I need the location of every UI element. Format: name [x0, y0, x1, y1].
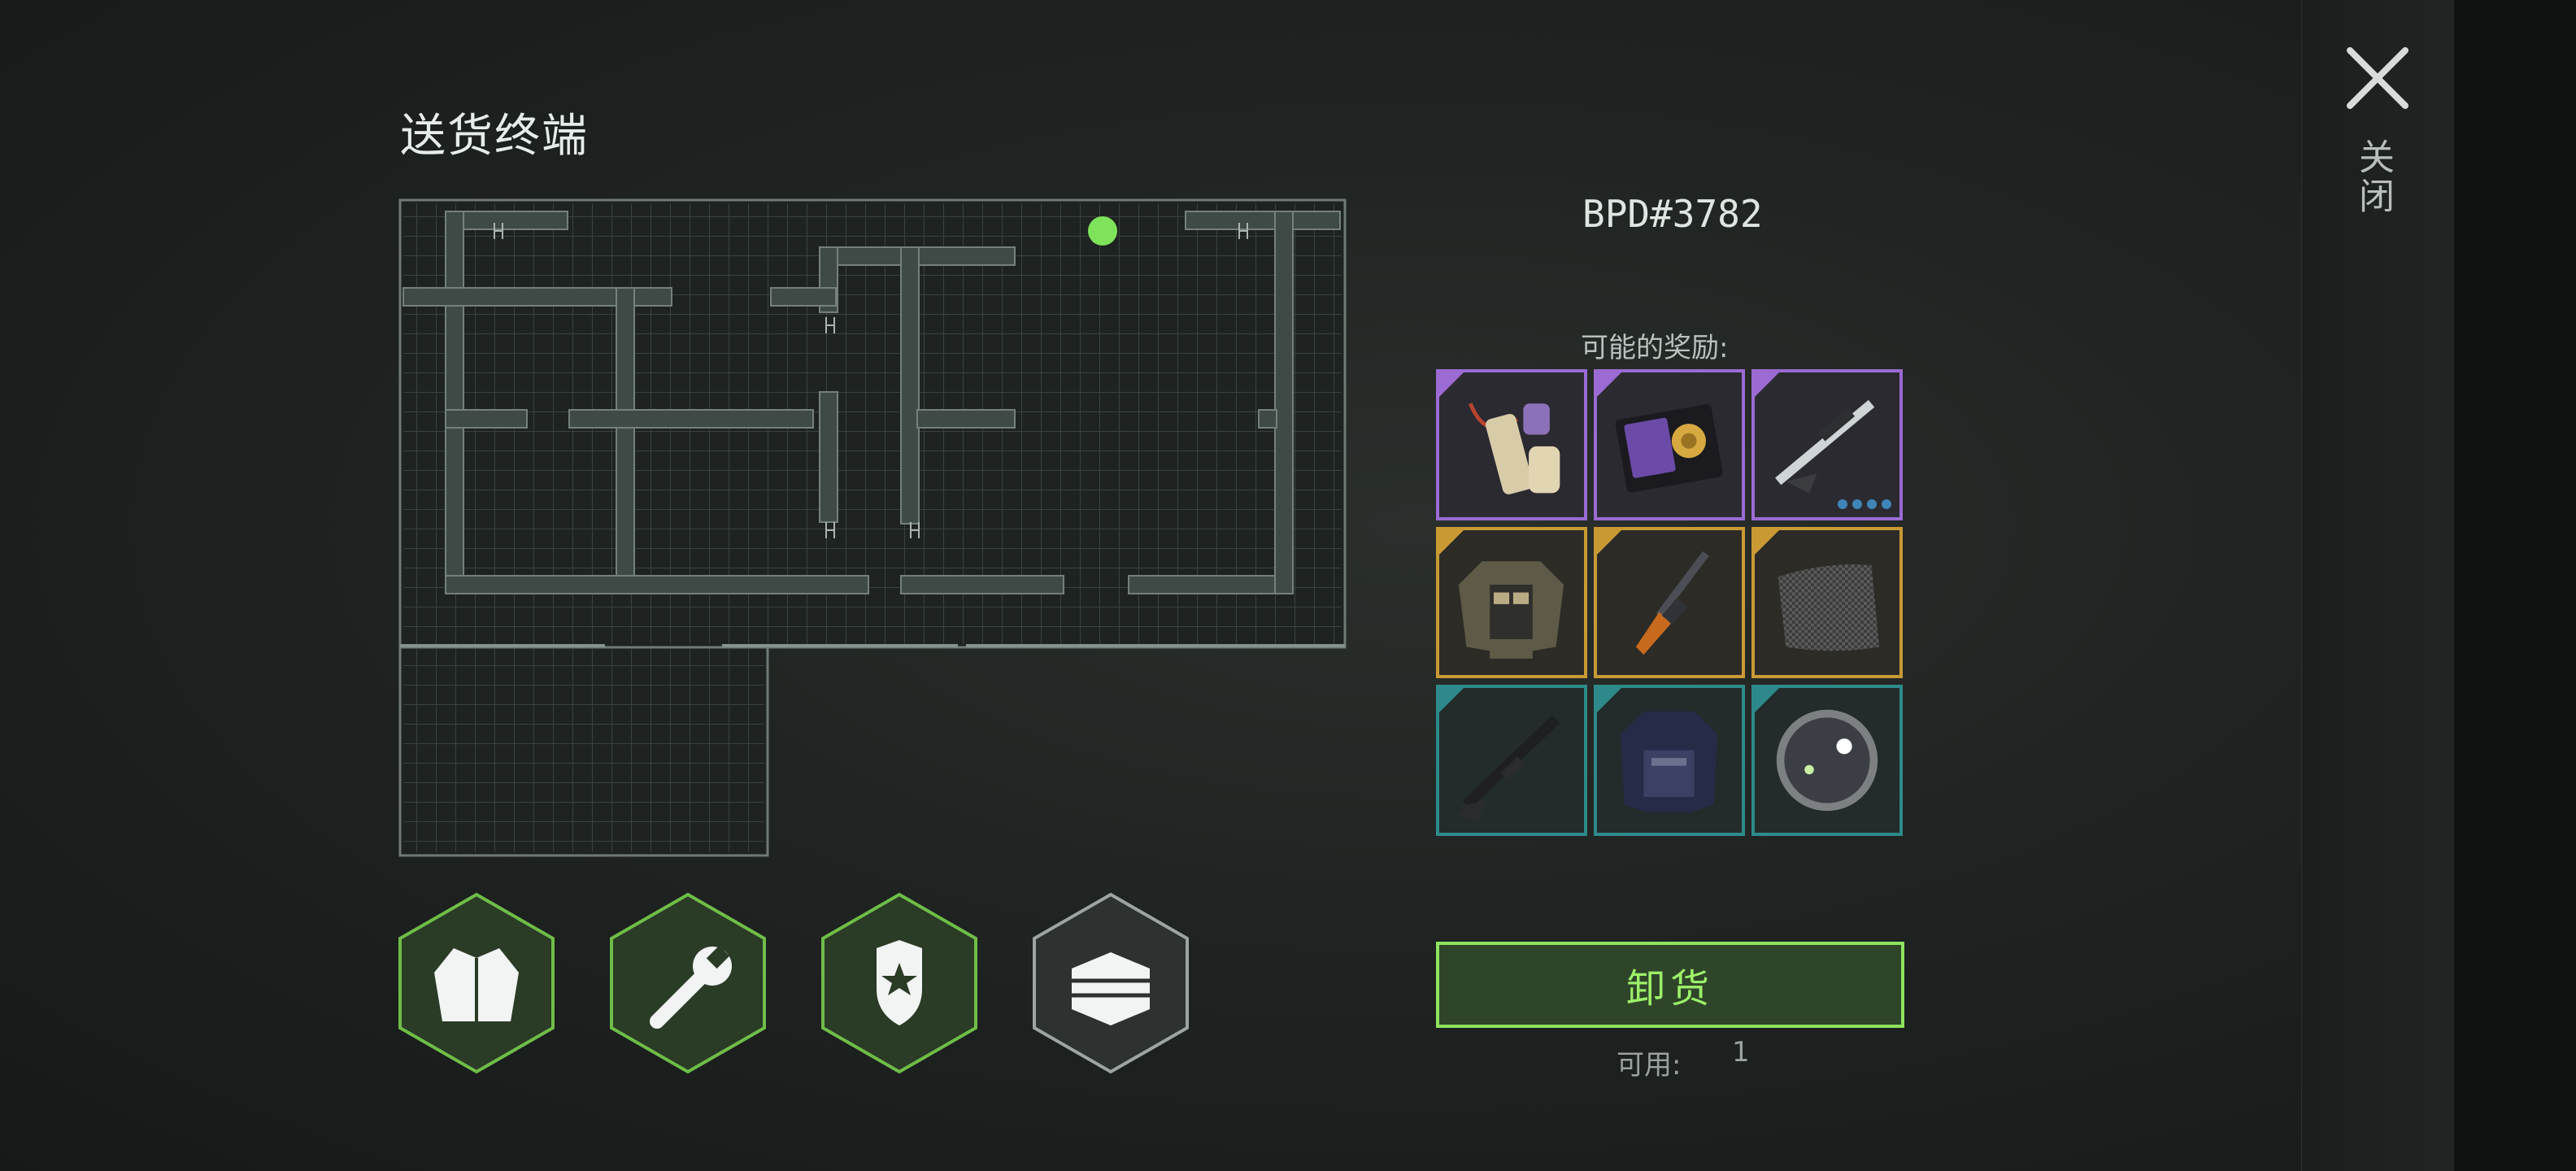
reward-scroll-pack[interactable]	[1436, 369, 1587, 520]
rewards-label: 可能的奖励:	[1581, 332, 1729, 364]
page-title: 送货终端	[400, 110, 589, 163]
unload-button[interactable]: 卸货	[1436, 942, 1904, 1028]
reward-carbon-fabric[interactable]	[1751, 527, 1903, 678]
optic-lens-icon	[1776, 709, 1878, 812]
category-police-button[interactable]	[820, 891, 979, 1075]
map-svg	[398, 198, 1347, 857]
category-clothing-button[interactable]	[397, 891, 556, 1075]
building-map	[397, 197, 1348, 860]
reward-sniper-rifle[interactable]	[1751, 369, 1903, 520]
wrench-icon	[610, 892, 766, 1074]
close-label: 关闭	[2352, 138, 2394, 216]
available-value: 1	[1732, 1036, 1750, 1069]
reward-assault-rifle[interactable]	[1436, 685, 1587, 836]
police-badge-icon	[821, 892, 977, 1074]
pistol-carbine-icon	[1635, 551, 1709, 655]
reward-police-vest[interactable]	[1594, 685, 1745, 836]
badge-wallet-icon	[1615, 404, 1723, 493]
terminal-code: BPD#3782	[1582, 192, 1763, 236]
upgrade-dots	[1838, 499, 1891, 509]
police-vest-icon	[1620, 711, 1718, 813]
crate-icon	[1033, 892, 1189, 1074]
player-marker	[1088, 216, 1117, 246]
assault-rifle-icon	[1458, 715, 1560, 821]
reward-police-badge-wallet[interactable]	[1594, 369, 1745, 520]
reward-optic-lens[interactable]	[1751, 685, 1903, 836]
sniper-rifle-icon	[1775, 399, 1875, 494]
close-icon	[2347, 47, 2408, 109]
carbon-fabric-icon	[1778, 564, 1880, 651]
reward-tactical-jacket[interactable]	[1436, 527, 1587, 678]
reward-pistol-carbine[interactable]	[1594, 527, 1745, 678]
available-label: 可用:	[1617, 1049, 1682, 1082]
close-button[interactable]	[2342, 42, 2413, 114]
category-tools-button[interactable]	[608, 891, 768, 1075]
tactical-jacket-icon	[1458, 561, 1564, 659]
rewards-grid	[1436, 369, 1904, 838]
scroll-pack-icon	[1469, 403, 1560, 494]
jacket-icon	[398, 892, 555, 1074]
screen-edge	[2454, 0, 2576, 1171]
category-supplies-button[interactable]	[1031, 891, 1190, 1075]
